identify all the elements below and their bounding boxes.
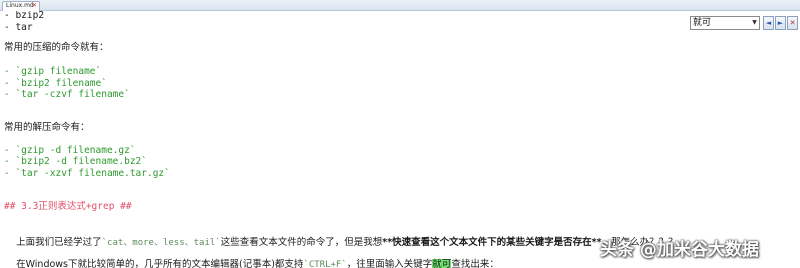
editor-line-11-heading: ## 3.3正则表达式+grep ## bbox=[4, 201, 132, 212]
tab-linux-md[interactable]: Linux.md ✕ bbox=[2, 1, 40, 11]
editor-area[interactable]: - bzip2 - tar 常用的压缩的命令就有： - `gzip filena… bbox=[0, 11, 800, 268]
tab-label: Linux.md bbox=[6, 2, 34, 9]
line13-code: `CTRL+F` bbox=[303, 260, 347, 268]
search-dropdown-icon[interactable]: ▼ bbox=[750, 17, 759, 29]
line13-text-a: 在Windows下就比较简单的，几乎所有的文本编辑器(记事本)都支持 bbox=[16, 259, 304, 268]
tab-bar: Linux.md ✕ bbox=[0, 0, 800, 11]
find-close-button[interactable]: ✕ bbox=[787, 16, 798, 30]
editor-line-3: 常用的压缩的命令就有： bbox=[4, 42, 109, 53]
editor-line-7: 常用的解压命令有： bbox=[4, 122, 90, 133]
search-match-highlight: 就可 bbox=[432, 259, 452, 268]
editor-line-2: - tar bbox=[4, 22, 33, 33]
line13-text-c: ，往里面输入关键字 bbox=[346, 259, 433, 268]
find-previous-button[interactable]: ◄ bbox=[763, 16, 774, 30]
editor-line-10: - `tar -xzvf filename.tar.gz` bbox=[4, 168, 170, 179]
editor-line-13: 在Windows下就比较简单的，几乎所有的文本编辑器(记事本)都支持`CTRL+… bbox=[4, 245, 499, 268]
editor-line-12: 上面我们已经学过了`cat、more、less、tail`这些查看文本文件的命令… bbox=[4, 223, 678, 248]
editor-line-6: - `tar -czvf filename` bbox=[4, 89, 130, 100]
line13-text-e: 查找出来： bbox=[451, 259, 499, 268]
find-next-button[interactable]: ► bbox=[775, 16, 786, 30]
watermark: 头条 @加米谷大数据 bbox=[600, 240, 759, 260]
tab-close-icon[interactable]: ✕ bbox=[32, 2, 37, 10]
